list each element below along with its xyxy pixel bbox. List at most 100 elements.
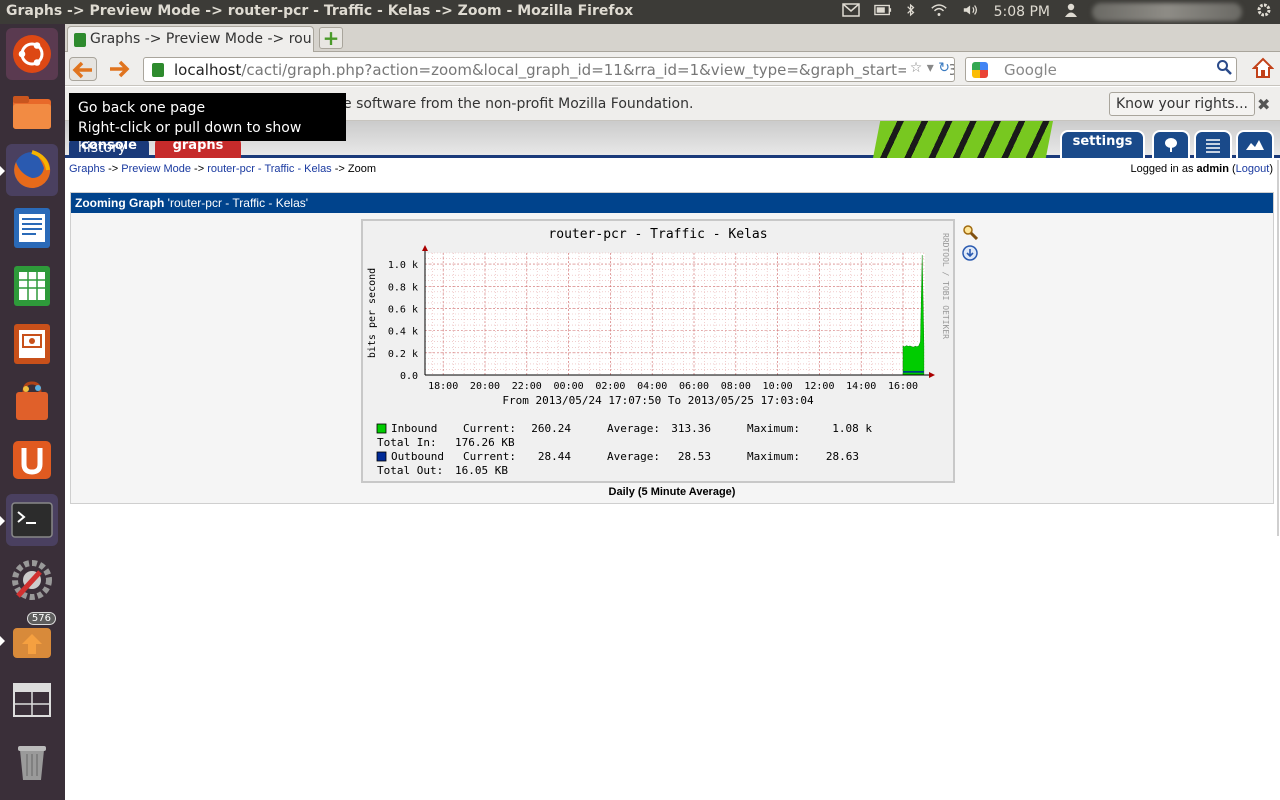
update-count-badge: 576 [26,612,56,625]
legend-current-label: Current: [463,450,516,463]
x-axis-label: From 2013/05/24 17:07:50 To 2013/05/25 1… [502,394,814,407]
workspaces-icon [13,683,51,717]
legend-current-label: Current: [463,422,516,435]
y-tick-label: 1.0 k [388,260,418,271]
legend-outbound-average: 28.53 [678,450,711,463]
chart-title: router-pcr - Traffic - Kelas [548,227,767,242]
legend-total-in-label: Total In: [377,436,437,449]
terminal-icon [11,502,53,538]
running-indicator [0,516,5,526]
tree-view-button[interactable] [1152,130,1190,158]
wifi-icon[interactable] [930,3,948,21]
forward-button[interactable] [105,57,133,81]
ubuntu-one-icon [13,441,51,479]
traffic-graph[interactable]: router-pcr - Traffic - Kelas bits per se… [361,219,955,483]
new-tab-button[interactable]: + [319,27,343,49]
search-icon[interactable] [1216,59,1232,79]
search-bar[interactable]: Google [965,57,1237,82]
user-icon[interactable] [1064,3,1078,21]
legend-swatch-inbound [376,423,387,434]
calc-launcher-button[interactable] [6,260,58,312]
bluetooth-icon[interactable] [906,2,916,22]
x-tick-label: 02:00 [595,381,625,392]
x-tick-label: 12:00 [804,381,834,392]
y-tick-label: 0.6 k [388,304,418,315]
firefox-icon [14,150,51,188]
wrench-icon [12,560,52,600]
breadcrumb: Graphs -> Preview Mode -> router-pcr - T… [65,161,1280,177]
running-indicator [0,166,5,176]
writer-launcher-button[interactable] [6,202,58,254]
volume-icon[interactable] [962,3,980,21]
terminal-launcher-button[interactable] [0,494,58,546]
ubuntu-one-launcher-button[interactable] [6,434,58,486]
x-tick-label: 08:00 [721,381,751,392]
legend-average-label: Average: [607,450,660,463]
folder-icon [13,96,51,129]
gear-icon[interactable] [1256,2,1272,22]
x-axis-arrow [929,372,935,378]
traffic-chart: router-pcr - Traffic - Kelas bits per se… [367,227,950,477]
tab-settings[interactable]: settings [1060,130,1145,158]
software-center-launcher-button[interactable] [6,376,58,428]
list-icon [1206,139,1220,153]
x-axis-ticks: 18:00 20:00 22:00 00:00 02:00 04:00 06:00 08:00… [428,381,918,392]
panel-title: Zooming Graph 'router-pcr - Traffic - Ke… [71,193,1273,213]
history-dropdown-icon[interactable]: ▾ [927,60,934,76]
google-engine-icon[interactable] [972,62,988,78]
browser-nav-bar: localhost/cacti/graph.php?action=zoom&lo… [65,52,1280,86]
breadcrumb-separator: -> [105,163,122,175]
tree-icon [1165,138,1177,152]
trash-launcher-button[interactable] [6,736,58,788]
login-prefix: Logged in as [1130,163,1197,175]
know-your-rights-button[interactable]: Know your rights... [1109,92,1255,116]
tooltip-line-1: Go back one page [78,100,206,116]
browser-tab-active[interactable]: Graphs -> Preview Mode -> rou... [67,26,314,52]
back-button[interactable] [69,57,97,81]
tooltip-line-2: Right-click or pull down to show history [78,120,302,156]
close-icon[interactable]: ✖ [1257,95,1270,114]
list-view-button[interactable] [1194,130,1232,158]
back-arrow-icon [72,61,92,79]
x-tick-label: 18:00 [428,381,458,392]
graph-caption: Daily (5 Minute Average) [608,486,736,498]
spreadsheet-icon [14,266,50,306]
site-identity-icon[interactable] [152,63,164,77]
system-settings-launcher-button[interactable] [6,554,58,606]
zoom-graph-button[interactable] [962,224,979,241]
mail-icon[interactable] [841,3,860,21]
x-tick-label: 06:00 [679,381,709,392]
logout-link[interactable]: Logout [1236,163,1270,175]
preview-view-button[interactable] [1236,130,1274,158]
x-tick-label: 16:00 [888,381,918,392]
legend-average-label: Average: [607,422,660,435]
forward-arrow-icon [110,60,130,78]
reload-icon[interactable]: ↻ [938,60,950,76]
breadcrumb-graphs-link[interactable]: Graphs [69,163,105,175]
url-bar[interactable]: localhost/cacti/graph.php?action=zoom&lo… [143,57,955,82]
battery-icon[interactable] [873,3,892,21]
home-button[interactable] [1251,57,1275,81]
legend-maximum-label: Maximum: [747,422,800,435]
y-tick-label: 0.4 k [388,327,418,338]
x-tick-label: 10:00 [763,381,793,392]
export-csv-button[interactable] [962,245,978,261]
bookmark-star-icon[interactable]: ☆ [910,60,923,76]
dash-home-button[interactable] [6,28,58,80]
firefox-launcher-button[interactable] [0,144,58,196]
files-launcher-button[interactable] [6,86,58,138]
x-tick-label: 04:00 [637,381,667,392]
update-manager-launcher-button[interactable]: 576 [0,612,58,666]
system-top-bar: Graphs -> Preview Mode -> router-pcr - T… [0,0,1280,24]
clock[interactable]: 5:08 PM [994,4,1050,20]
breadcrumb-graph-link[interactable]: router-pcr - Traffic - Kelas [207,163,332,175]
rrdtool-watermark: RRDTOOL / TOBI OETIKER [941,233,950,339]
magnifier-wrench-icon [963,225,979,241]
breadcrumb-preview-link[interactable]: Preview Mode [121,163,191,175]
url-path: /cacti/graph.php?action=zoom&local_graph… [241,61,955,79]
y-axis-ticks: 0.0 0.2 k 0.4 k 0.6 k 0.8 k 1.0 k [388,260,418,382]
panel-title-rest: 'router-pcr - Traffic - Kelas' [164,196,309,210]
impress-launcher-button[interactable] [6,318,58,370]
workspace-switcher-button[interactable] [6,674,58,726]
y-axis-label: bits per second [367,268,378,358]
